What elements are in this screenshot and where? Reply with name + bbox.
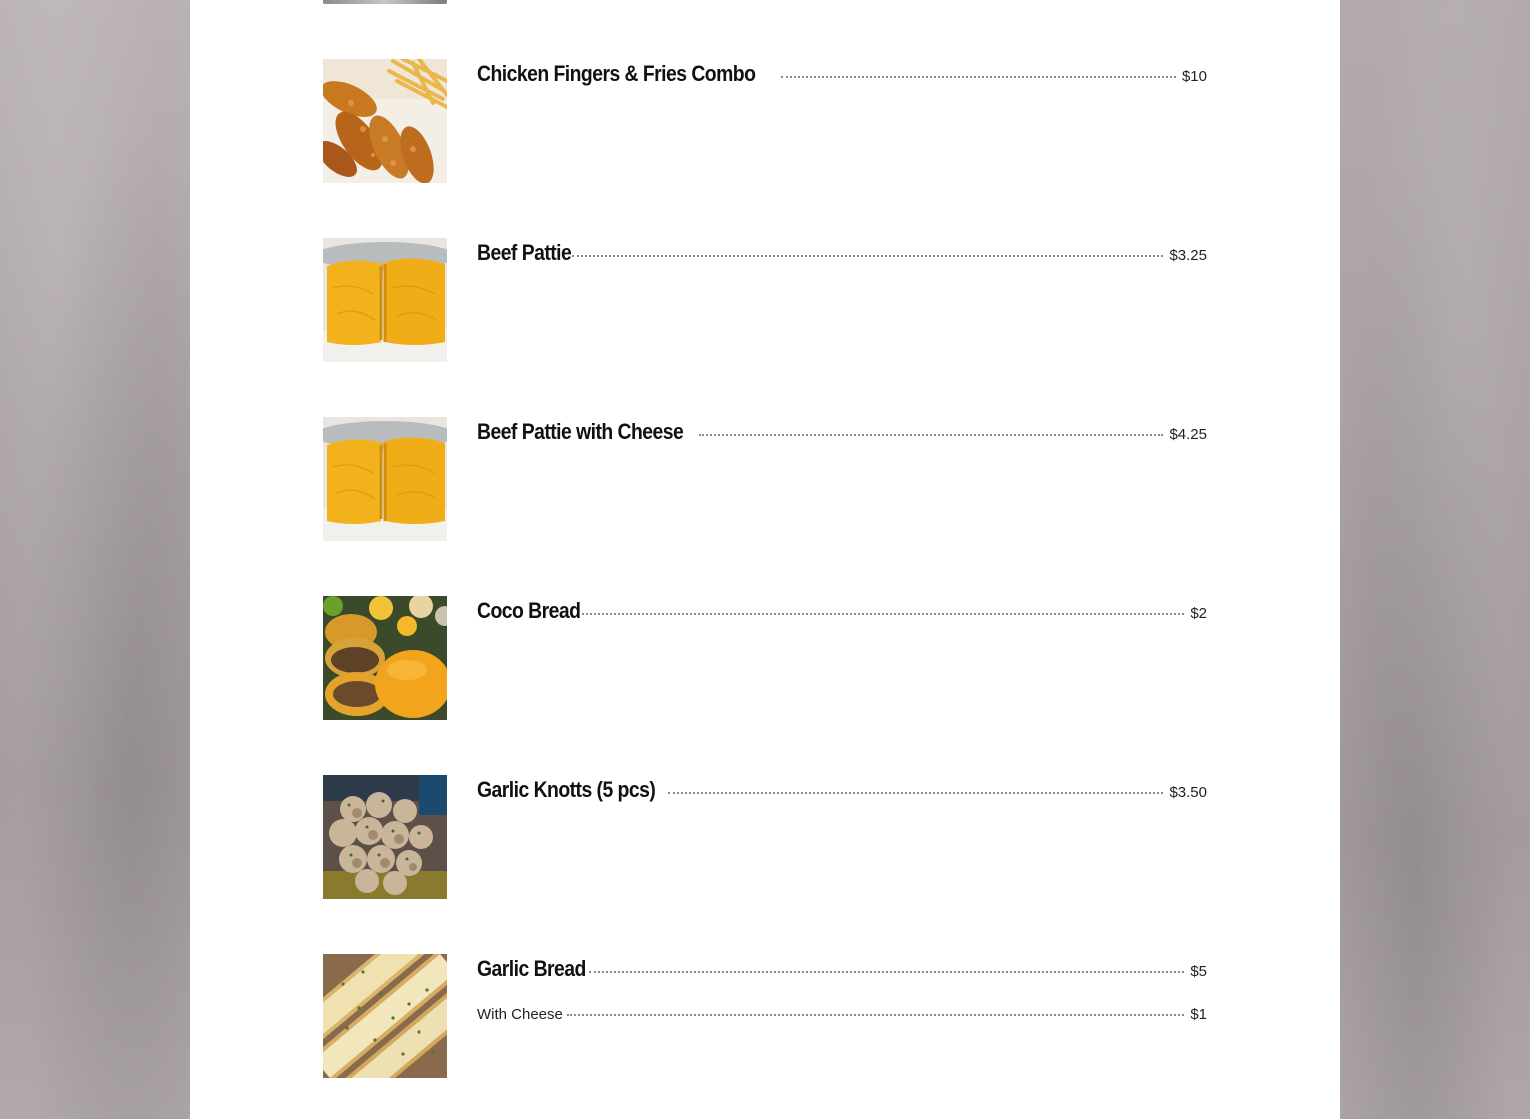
menu-item[interactable]: Chicken Fingers & Fries Combo $10 <box>323 59 1207 183</box>
menu-item[interactable]: Coco Bread $2 <box>323 596 1207 720</box>
beef-pattie-photo[interactable] <box>323 238 447 362</box>
coco-bread-photo[interactable] <box>323 596 447 720</box>
previous-item-image-edge <box>323 0 447 4</box>
item-price: $2 <box>1190 605 1207 622</box>
menu-item[interactable]: Garlic Knotts (5 pcs) $3.50 <box>323 775 1207 899</box>
dotted-leader <box>781 76 1176 78</box>
dotted-leader <box>699 434 1164 436</box>
item-name: Garlic Knotts (5 pcs) <box>477 777 656 802</box>
item-variant[interactable]: With Cheese $1 <box>477 1006 1207 1028</box>
beef-pattie-cheese-photo[interactable] <box>323 417 447 541</box>
item-name: Chicken Fingers & Fries Combo <box>477 61 756 86</box>
chicken-fingers-fries-photo[interactable] <box>323 59 447 183</box>
dotted-leader <box>667 792 1164 794</box>
dotted-leader <box>566 1014 1185 1016</box>
item-name: Coco Bread <box>477 598 581 623</box>
item-price: $4.25 <box>1169 426 1207 443</box>
variant-price: $1 <box>1190 1006 1207 1023</box>
item-price: $3.25 <box>1169 247 1207 264</box>
menu-item[interactable]: Beef Pattie $3.25 <box>323 238 1207 362</box>
dotted-leader <box>588 971 1185 973</box>
garlic-bread-photo[interactable] <box>323 954 447 1078</box>
item-name: Beef Pattie with Cheese <box>477 419 684 444</box>
garlic-knots-photo[interactable] <box>323 775 447 899</box>
dotted-leader <box>572 255 1164 257</box>
item-price: $10 <box>1181 68 1207 85</box>
dotted-leader <box>582 613 1185 615</box>
item-name: Garlic Bread <box>477 956 586 981</box>
item-price: $5 <box>1190 963 1207 980</box>
backdrop-left <box>0 0 190 1119</box>
backdrop-right <box>1340 0 1530 1119</box>
menu-item[interactable]: Garlic Bread $5 With Cheese $1 <box>323 954 1207 1078</box>
item-name: Beef Pattie <box>477 240 572 265</box>
item-price: $3.50 <box>1169 784 1207 801</box>
variant-name: With Cheese <box>477 1006 563 1023</box>
menu-item[interactable]: Beef Pattie with Cheese $4.25 <box>323 417 1207 541</box>
